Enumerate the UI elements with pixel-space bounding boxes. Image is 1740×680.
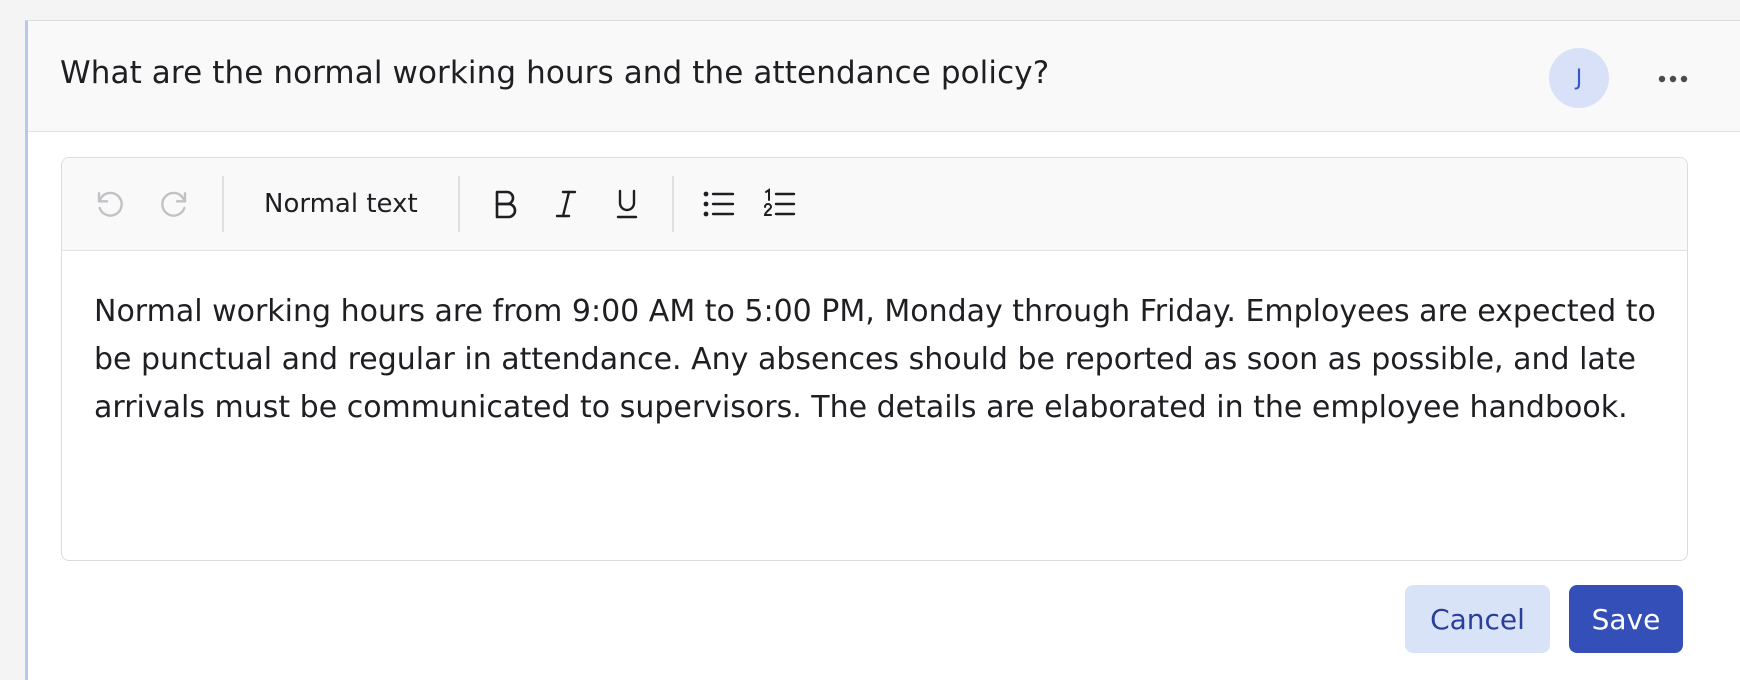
more-options-button[interactable]	[1645, 51, 1701, 107]
qa-card: What are the normal working hours and th…	[25, 20, 1740, 680]
underline-icon	[616, 189, 638, 219]
toolbar-divider	[222, 176, 224, 232]
italic-button[interactable]	[541, 179, 591, 229]
undo-button[interactable]	[86, 179, 136, 229]
toolbar-divider	[458, 176, 460, 232]
bold-button[interactable]	[480, 179, 530, 229]
editor-content[interactable]: Normal working hours are from 9:00 AM to…	[94, 288, 1674, 432]
italic-icon	[555, 190, 577, 218]
toolbar-divider	[672, 176, 674, 232]
bullet-list-button[interactable]	[694, 179, 744, 229]
more-horizontal-icon	[1658, 75, 1688, 83]
underline-button[interactable]	[602, 179, 652, 229]
numbered-list-button[interactable]	[755, 179, 805, 229]
redo-button[interactable]	[148, 179, 198, 229]
bold-icon	[495, 190, 517, 219]
undo-icon	[97, 191, 123, 217]
numbered-list-icon	[763, 188, 796, 216]
question-title: What are the normal working hours and th…	[60, 55, 1050, 91]
cancel-button[interactable]: Cancel	[1405, 585, 1550, 653]
save-button[interactable]: Save	[1569, 585, 1683, 653]
text-style-dropdown[interactable]: Normal text	[240, 179, 442, 229]
rich-text-editor: Normal text Normal working hours are fro…	[61, 157, 1688, 561]
avatar[interactable]: J	[1549, 48, 1609, 108]
bullet-list-icon	[703, 191, 735, 217]
redo-icon	[161, 191, 187, 217]
editor-toolbar: Normal text	[62, 158, 1687, 251]
card-header: What are the normal working hours and th…	[28, 21, 1740, 132]
